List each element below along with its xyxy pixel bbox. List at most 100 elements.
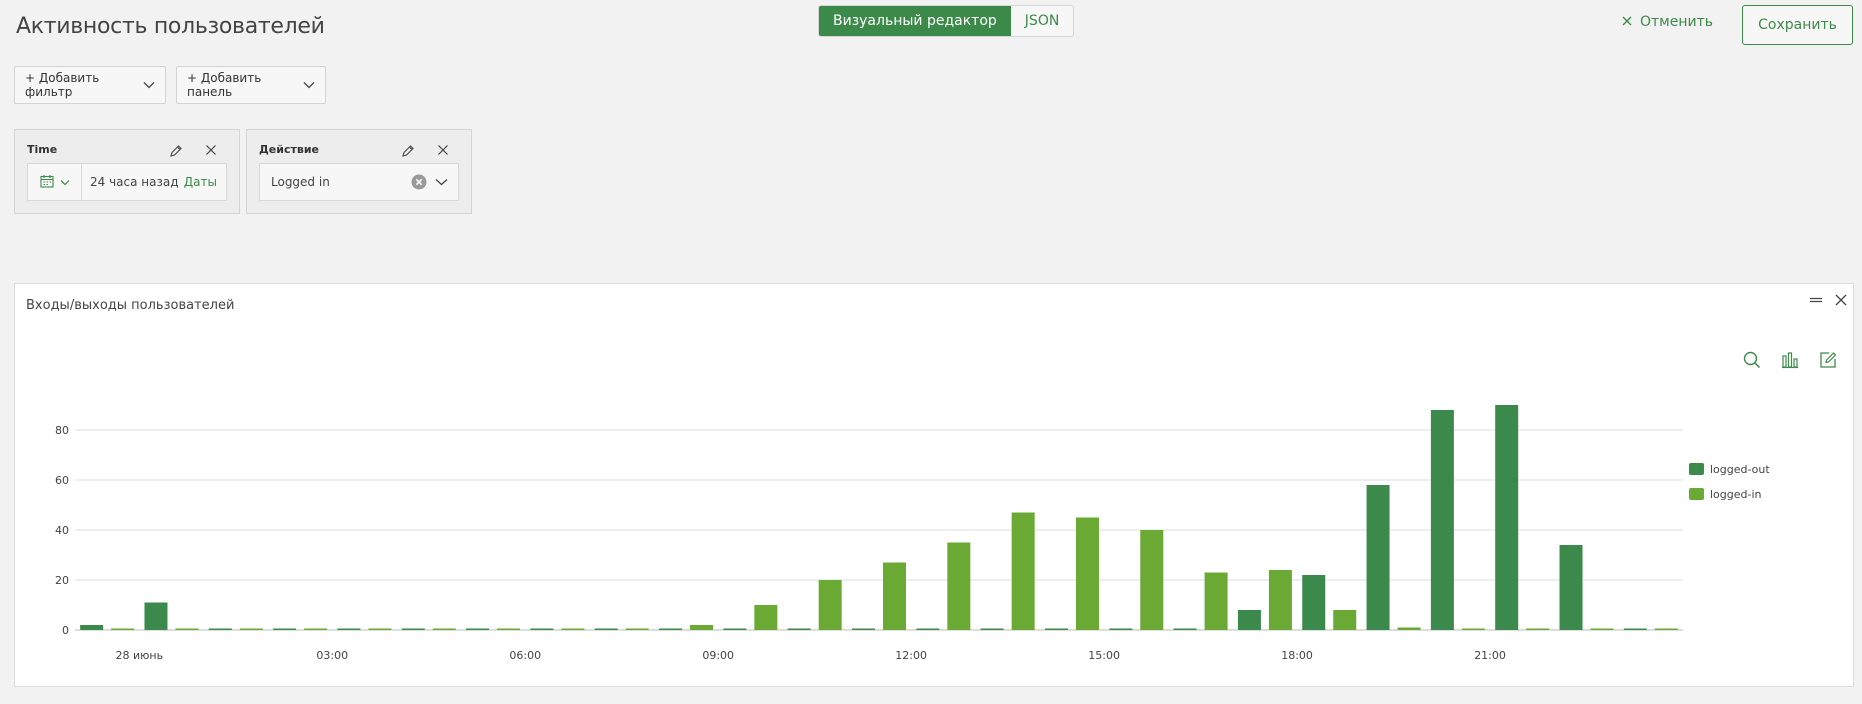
- edit-icon[interactable]: [401, 144, 415, 158]
- bar-logged-out[interactable]: [466, 628, 490, 631]
- close-icon[interactable]: [205, 144, 217, 158]
- action-filter-label: Действие: [259, 143, 319, 156]
- y-tick-label: 60: [55, 474, 69, 487]
- legend-swatch: [1689, 488, 1704, 500]
- bar-logged-in[interactable]: [1397, 627, 1421, 631]
- bar-logged-out[interactable]: [723, 628, 747, 631]
- edit-icon[interactable]: [169, 144, 183, 158]
- add-filter-button[interactable]: + Добавить фильтр: [14, 66, 166, 104]
- chevron-down-icon: [303, 78, 315, 92]
- bar-logged-out[interactable]: [1430, 410, 1454, 630]
- bar-logged-out[interactable]: [852, 628, 875, 631]
- legend-swatch: [1689, 463, 1704, 475]
- bar-logged-in[interactable]: [1461, 628, 1485, 631]
- time-filter: Time 24 часа назад Даты: [14, 129, 240, 214]
- chevron-down-icon: [60, 175, 70, 189]
- bar-logged-in[interactable]: [1526, 628, 1550, 631]
- bar-logged-out[interactable]: [401, 628, 425, 631]
- bar-chart: 0 20 40 60 80 28 июнь 03:00 06:00 09:00 12:00 15:…: [55, 405, 1770, 662]
- chevron-down-icon: [143, 78, 155, 92]
- bar-logged-out[interactable]: [144, 602, 168, 631]
- x-tick-label: 12:00: [895, 649, 927, 662]
- x-tick-label: 18:00: [1281, 649, 1313, 662]
- time-filter-label: Time: [27, 143, 58, 156]
- action-select-value: Logged in: [271, 175, 330, 189]
- close-icon: [1622, 14, 1632, 30]
- clear-icon[interactable]: [411, 174, 427, 190]
- save-button[interactable]: Сохранить: [1742, 5, 1853, 45]
- y-tick-label: 20: [55, 574, 69, 587]
- bar-logged-in[interactable]: [1075, 517, 1099, 631]
- bar-logged-in[interactable]: [1140, 530, 1164, 630]
- bar-logged-in[interactable]: [818, 580, 842, 630]
- bar-logged-in[interactable]: [368, 628, 392, 631]
- y-tick-label: 0: [62, 624, 69, 637]
- bar-logged-out[interactable]: [787, 628, 811, 631]
- bar-logged-out[interactable]: [1173, 628, 1197, 631]
- bar-logged-out[interactable]: [273, 628, 297, 631]
- bar-logged-out[interactable]: [1044, 628, 1068, 631]
- x-tick-label: 15:00: [1088, 649, 1120, 662]
- x-tick-label: 09:00: [702, 649, 734, 662]
- time-range-value: 24 часа назад: [90, 175, 179, 189]
- action-filter: Действие Logged in: [246, 129, 472, 214]
- add-panel-button[interactable]: + Добавить панель: [176, 66, 326, 104]
- bar-logged-in[interactable]: [1333, 610, 1357, 630]
- json-editor-tab[interactable]: JSON: [1011, 6, 1074, 36]
- bar-logged-in[interactable]: [947, 542, 971, 631]
- bar-logged-in[interactable]: [883, 562, 906, 631]
- bar-logged-out[interactable]: [659, 628, 683, 631]
- bar-logged-out[interactable]: [1559, 545, 1583, 630]
- date-picker-toggle[interactable]: [28, 164, 82, 200]
- bar-logged-out[interactable]: [80, 625, 104, 630]
- bar-logged-in[interactable]: [754, 605, 778, 630]
- legend-label[interactable]: logged-in: [1710, 488, 1762, 501]
- bar-logged-out[interactable]: [1623, 628, 1647, 631]
- bar-logged-in[interactable]: [432, 628, 456, 631]
- bar-logged-in[interactable]: [304, 628, 328, 631]
- bar-logged-in[interactable]: [111, 628, 135, 631]
- chevron-down-icon[interactable]: [435, 178, 448, 186]
- bar-logged-out[interactable]: [1109, 628, 1133, 631]
- bar-logged-out[interactable]: [916, 628, 940, 631]
- x-tick-label: 28 июнь: [116, 649, 164, 662]
- close-icon[interactable]: [437, 144, 449, 158]
- x-tick-label: 21:00: [1474, 649, 1506, 662]
- time-range-control: 24 часа назад Даты: [27, 163, 227, 201]
- action-select[interactable]: Logged in: [259, 163, 459, 201]
- bar-logged-in[interactable]: [497, 628, 521, 631]
- cancel-label: Отменить: [1640, 14, 1714, 30]
- bar-logged-out[interactable]: [530, 628, 554, 631]
- bar-logged-out[interactable]: [1237, 610, 1261, 630]
- bar-logged-out[interactable]: [1302, 575, 1326, 630]
- bar-logged-in[interactable]: [1204, 572, 1228, 631]
- bar-logged-in[interactable]: [175, 628, 199, 631]
- page-title: Активность пользователей: [16, 14, 325, 39]
- dates-link[interactable]: Даты: [184, 175, 217, 189]
- legend-label[interactable]: logged-out: [1710, 463, 1770, 476]
- editor-mode-switch: Визуальный редактор JSON: [818, 5, 1075, 37]
- bar-logged-in[interactable]: [625, 628, 649, 631]
- bar-logged-in[interactable]: [561, 628, 585, 631]
- calendar-icon: [39, 174, 54, 191]
- bar-logged-out[interactable]: [594, 628, 618, 631]
- x-tick-label: 06:00: [509, 649, 541, 662]
- add-filter-label: + Добавить фильтр: [25, 71, 100, 99]
- bar-logged-in[interactable]: [690, 625, 714, 630]
- bar-logged-in[interactable]: [1654, 628, 1678, 631]
- bar-logged-in[interactable]: [239, 628, 263, 631]
- bar-logged-out[interactable]: [980, 628, 1004, 631]
- x-tick-label: 03:00: [316, 649, 348, 662]
- bar-logged-in[interactable]: [1011, 512, 1035, 631]
- bar-logged-out[interactable]: [337, 628, 361, 631]
- bar-logged-in[interactable]: [1268, 570, 1292, 630]
- chart-panel: Входы/выходы пользователей 0 20 40 60 80 28 …: [14, 283, 1854, 687]
- visual-editor-tab[interactable]: Визуальный редактор: [819, 6, 1011, 36]
- bar-logged-out[interactable]: [1366, 485, 1390, 630]
- y-tick-label: 40: [55, 524, 69, 537]
- cancel-button[interactable]: Отменить: [1622, 14, 1713, 30]
- bar-logged-out[interactable]: [208, 628, 232, 631]
- y-tick-label: 80: [55, 424, 69, 437]
- bar-logged-out[interactable]: [1495, 405, 1519, 630]
- bar-logged-in[interactable]: [1590, 628, 1614, 631]
